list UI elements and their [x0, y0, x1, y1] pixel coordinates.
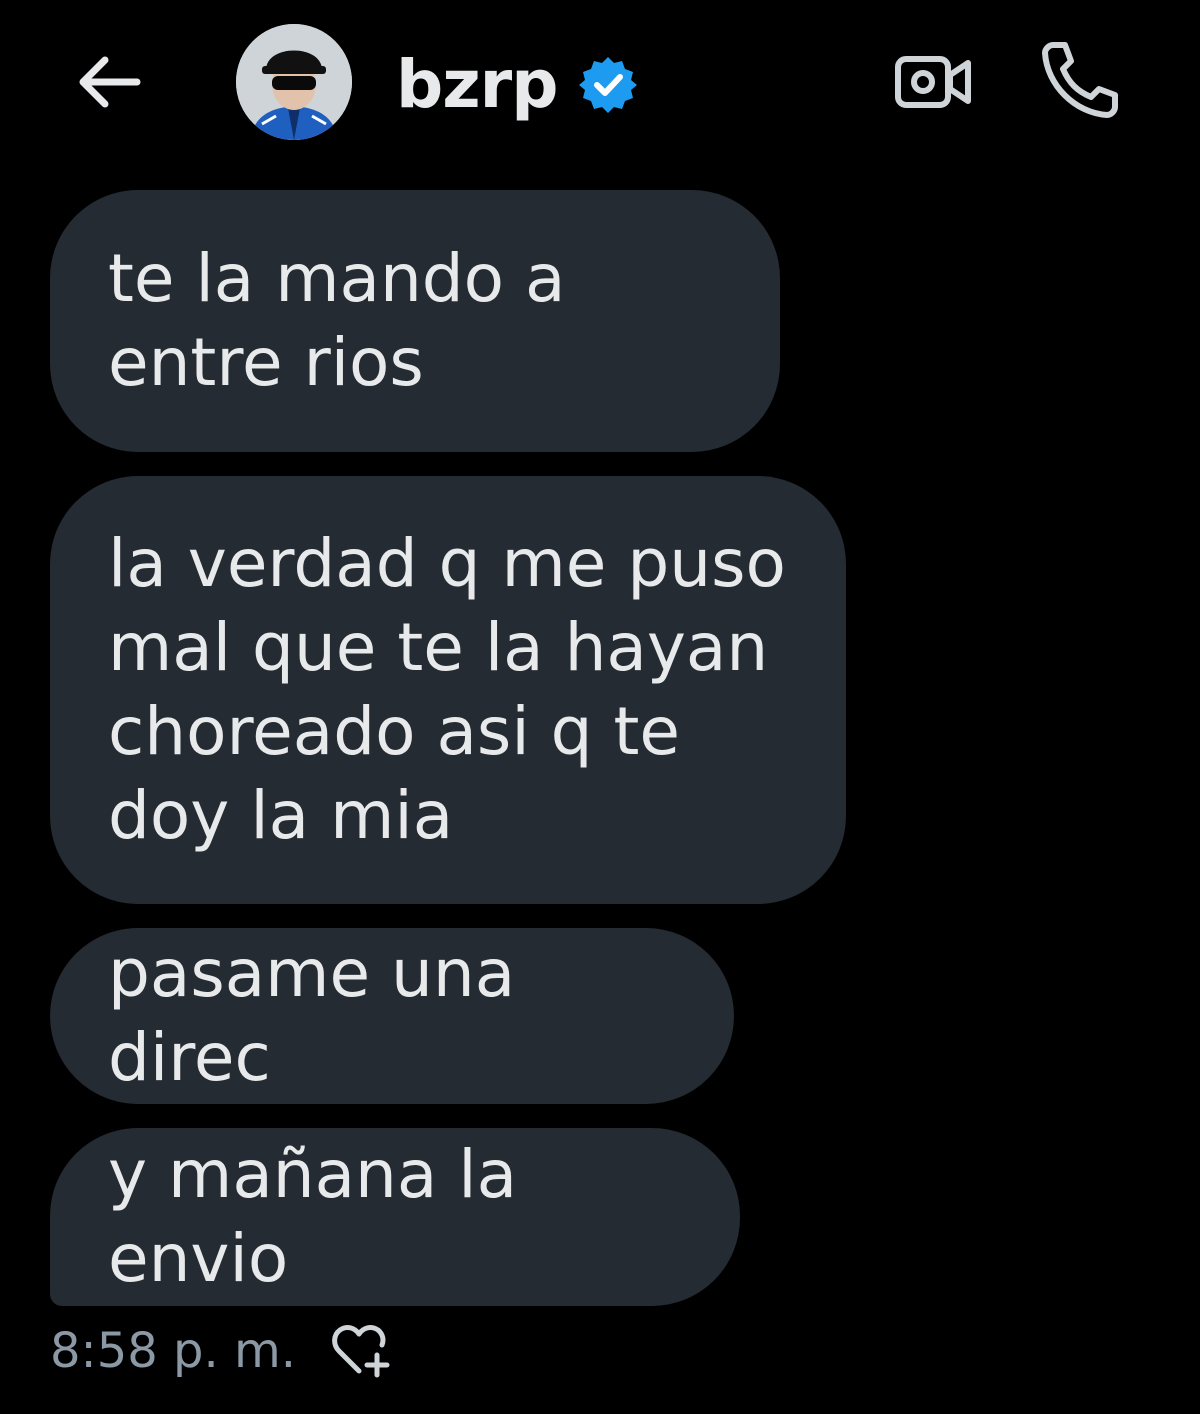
- profile-picture: [236, 24, 352, 140]
- message-bubble[interactable]: te la mando a entre rios: [50, 190, 780, 452]
- conversation-header: bzrp: [0, 0, 1200, 170]
- message-text: te la mando a entre rios: [108, 240, 566, 401]
- avatar[interactable]: [236, 24, 352, 140]
- contact-name: bzrp: [396, 46, 558, 123]
- message-text: la verdad q me puso mal que te la hayan …: [108, 525, 786, 854]
- phone-icon: [1042, 42, 1118, 118]
- voice-call-button[interactable]: [1036, 36, 1122, 122]
- arrow-left-icon: [79, 56, 141, 108]
- message-meta: 8:58 p. m.: [50, 1318, 392, 1384]
- message-bubble[interactable]: y mañana la envio: [50, 1128, 740, 1306]
- message-bubble[interactable]: la verdad q me puso mal que te la hayan …: [50, 476, 846, 904]
- video-call-button[interactable]: [892, 46, 974, 118]
- back-button[interactable]: [70, 48, 146, 116]
- message-bubble[interactable]: pasame una direc: [50, 928, 734, 1104]
- message-text: y mañana la envio: [108, 1136, 518, 1297]
- video-camera-icon: [895, 56, 971, 108]
- react-button[interactable]: [330, 1322, 392, 1380]
- heart-plus-icon: [332, 1324, 390, 1378]
- timestamp: 8:58 p. m.: [50, 1323, 297, 1379]
- message-text: pasame una direc: [108, 935, 516, 1096]
- verified-badge-icon: [577, 54, 639, 116]
- title-area[interactable]: bzrp: [396, 40, 639, 130]
